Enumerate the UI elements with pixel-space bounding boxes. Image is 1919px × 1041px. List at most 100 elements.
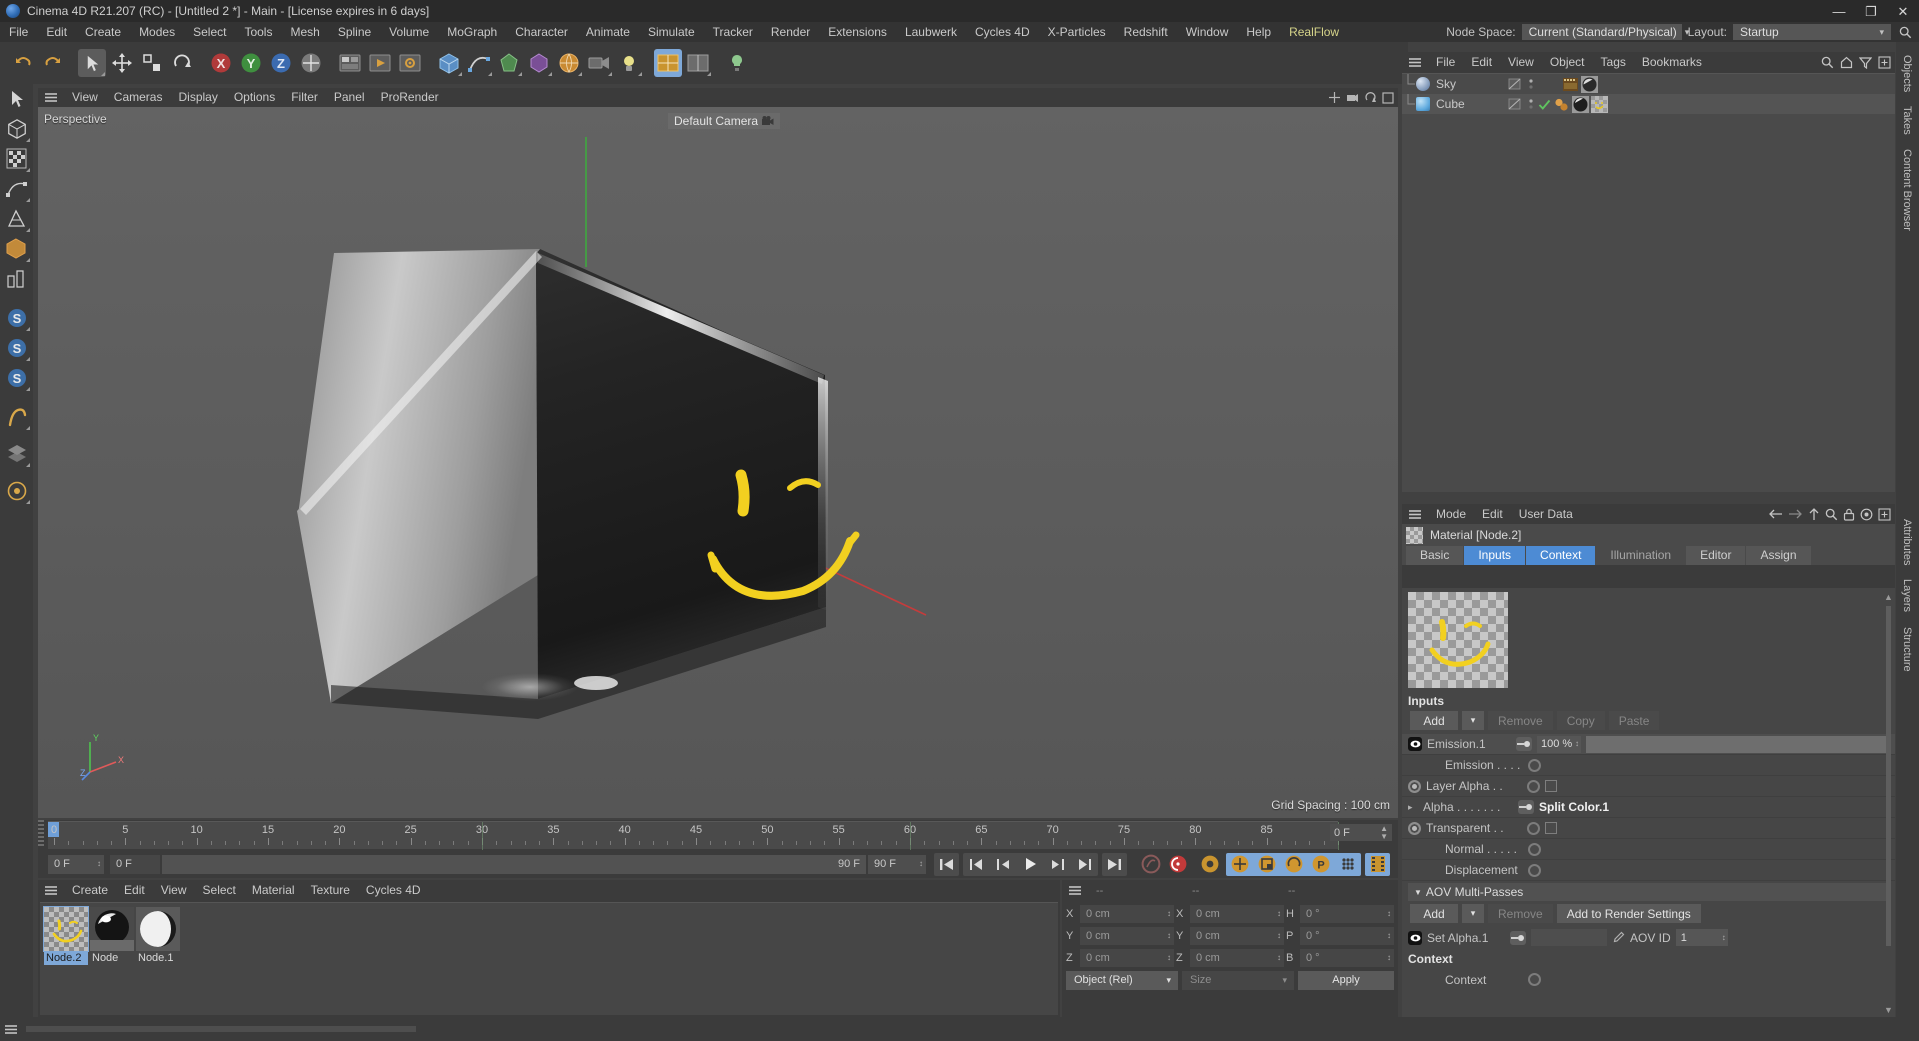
object-visibility-dots-cube[interactable]: [1508, 97, 1551, 111]
tool-live-selection[interactable]: [2, 84, 31, 113]
menu-animate[interactable]: Animate: [577, 22, 639, 42]
dock-tab-structure[interactable]: Structure: [1896, 620, 1918, 679]
material-swatch-node-1[interactable]: Node.1: [136, 907, 180, 965]
normal-port-circle[interactable]: [1528, 842, 1541, 856]
object-menu-bookmarks[interactable]: Bookmarks: [1634, 52, 1710, 72]
aov-row-set-alpha[interactable]: Set Alpha.1 AOV ID 1 ↕: [1402, 927, 1895, 948]
add-cube-object-button[interactable]: [435, 49, 463, 77]
autokeying-button[interactable]: [1165, 853, 1190, 876]
spinner-icon[interactable]: ↕: [1167, 910, 1171, 918]
material-menu-cycles-4d[interactable]: Cycles 4D: [358, 880, 429, 900]
object-row-sky[interactable]: Sky: [1402, 74, 1895, 94]
input-row-emission[interactable]: Emission . . . .: [1402, 755, 1895, 776]
parameter-key-button[interactable]: P: [1308, 853, 1333, 876]
end-frame-field[interactable]: 90 F ↕: [868, 854, 926, 874]
tag-sky-environment[interactable]: [1562, 76, 1579, 93]
menu-file[interactable]: File: [0, 22, 37, 42]
port-icon[interactable]: [1510, 930, 1526, 945]
dock-tab-objects[interactable]: Objects: [1896, 48, 1918, 99]
displacement-port-circle[interactable]: [1528, 863, 1541, 877]
material-swatch-node[interactable]: Node: [90, 907, 134, 965]
coord-input-size-0[interactable]: 0 cm ↕: [1190, 905, 1284, 923]
viewport-menu-options[interactable]: Options: [226, 88, 283, 107]
menu-redshift[interactable]: Redshift: [1115, 22, 1177, 42]
rotation-key-button[interactable]: [1281, 853, 1306, 876]
timeline-mode-button[interactable]: [1365, 852, 1390, 876]
render-view-button[interactable]: [336, 49, 364, 77]
radio-icon[interactable]: [1408, 779, 1421, 793]
add-icon[interactable]: [1878, 55, 1891, 69]
input-row-alpha[interactable]: ▸ Alpha . . . . . . . Split Color.1: [1402, 797, 1895, 818]
menu-mesh[interactable]: Mesh: [281, 22, 328, 42]
input-row-normal[interactable]: Normal . . . . .: [1402, 839, 1895, 860]
material-menu-texture[interactable]: Texture: [303, 880, 358, 900]
tab-illumination[interactable]: Illumination: [1596, 546, 1686, 565]
menu-window[interactable]: Window: [1177, 22, 1238, 42]
scale-key-button[interactable]: [1254, 853, 1279, 876]
viewport-refresh-icon[interactable]: [1364, 91, 1377, 104]
render-to-picture-viewer-button[interactable]: [366, 49, 394, 77]
tab-inputs[interactable]: Inputs: [1464, 546, 1526, 565]
viewport-menu-prorender[interactable]: ProRender: [373, 88, 447, 107]
timeline-ruler[interactable]: 051015202530354045505560657075808590: [48, 821, 1344, 850]
add-deformer-button[interactable]: [525, 49, 553, 77]
axis-y-lock-button[interactable]: Y: [237, 49, 265, 77]
eye-icon[interactable]: [1408, 930, 1422, 945]
coord-input-rotation-2[interactable]: 0 ° ↕: [1300, 949, 1394, 967]
coordinate-size-dropdown[interactable]: Size ▾: [1182, 970, 1294, 990]
material-swatch-node-2[interactable]: Node.2: [43, 906, 89, 965]
spinner-icon[interactable]: ↕: [1387, 954, 1391, 962]
material-menu-create[interactable]: Create: [64, 880, 116, 900]
coord-input-position-2[interactable]: 0 cm ↕: [1080, 949, 1174, 967]
search-icon[interactable]: [1825, 508, 1838, 521]
go-to-start-button[interactable]: [934, 852, 959, 876]
forward-arrow-icon[interactable]: [1788, 508, 1803, 520]
hamburger-icon[interactable]: [38, 885, 64, 896]
attribute-menu-edit[interactable]: Edit: [1474, 504, 1511, 524]
render-settings-button[interactable]: [396, 49, 424, 77]
coord-input-size-2[interactable]: 0 cm ↕: [1190, 949, 1284, 967]
coordinate-mode-dropdown[interactable]: Object (Rel) ▾: [1066, 970, 1178, 990]
viewport-axis-icon[interactable]: [1328, 91, 1341, 104]
tool-spline-pen[interactable]: [2, 174, 31, 203]
menu-edit[interactable]: Edit: [37, 22, 76, 42]
play-button[interactable]: [1018, 852, 1043, 876]
dock-tab-content-browser[interactable]: Content Browser: [1896, 142, 1918, 238]
object-menu-edit[interactable]: Edit: [1463, 52, 1500, 72]
coord-input-position-0[interactable]: 0 cm ↕: [1080, 905, 1174, 923]
object-row-cube[interactable]: Cube: [1402, 94, 1895, 114]
menu-help[interactable]: Help: [1237, 22, 1280, 42]
viewport-menu-display[interactable]: Display: [170, 88, 225, 107]
object-menu-tags[interactable]: Tags: [1593, 52, 1634, 72]
scroll-up-icon[interactable]: ▲: [1884, 592, 1893, 602]
hamburger-icon[interactable]: [1402, 57, 1428, 68]
back-arrow-icon[interactable]: [1768, 508, 1783, 520]
viewport-camera-icon[interactable]: [1346, 91, 1359, 104]
tool-deformer[interactable]: [2, 234, 31, 263]
search-icon[interactable]: [1821, 56, 1834, 69]
tool-subdivision-surface[interactable]: S: [2, 303, 31, 332]
viewport-maximize-icon[interactable]: [1382, 91, 1394, 104]
spinner-icon[interactable]: ↕: [1387, 932, 1391, 940]
object-menu-object[interactable]: Object: [1542, 52, 1593, 72]
emission-port-circle[interactable]: [1528, 758, 1541, 772]
tag-cube-material-smiley[interactable]: [1591, 95, 1608, 113]
rotate-tool-button[interactable]: [168, 49, 196, 77]
spinner-icon[interactable]: ↕: [1575, 740, 1579, 748]
close-button[interactable]: ✕: [1887, 0, 1919, 22]
next-keyframe-button[interactable]: [1072, 852, 1097, 876]
attribute-menu-mode[interactable]: Mode: [1428, 504, 1474, 524]
aov-id-field[interactable]: 1 ↕: [1675, 929, 1728, 946]
up-arrow-icon[interactable]: [1808, 507, 1820, 521]
context-port-circle[interactable]: [1528, 973, 1541, 986]
menu-extensions[interactable]: Extensions: [819, 22, 896, 42]
hamburger-icon[interactable]: [0, 1024, 22, 1035]
minimize-button[interactable]: —: [1823, 0, 1855, 22]
alpha-linked-node-value[interactable]: Split Color.1: [1539, 800, 1609, 814]
aov-remove-button[interactable]: Remove: [1488, 904, 1553, 923]
spinner-icon[interactable]: ↕: [1277, 910, 1281, 918]
current-frame-field[interactable]: 0 F ↕: [48, 854, 104, 874]
material-preview[interactable]: [1408, 592, 1508, 688]
menu-simulate[interactable]: Simulate: [639, 22, 704, 42]
add-spline-button[interactable]: [465, 49, 493, 77]
